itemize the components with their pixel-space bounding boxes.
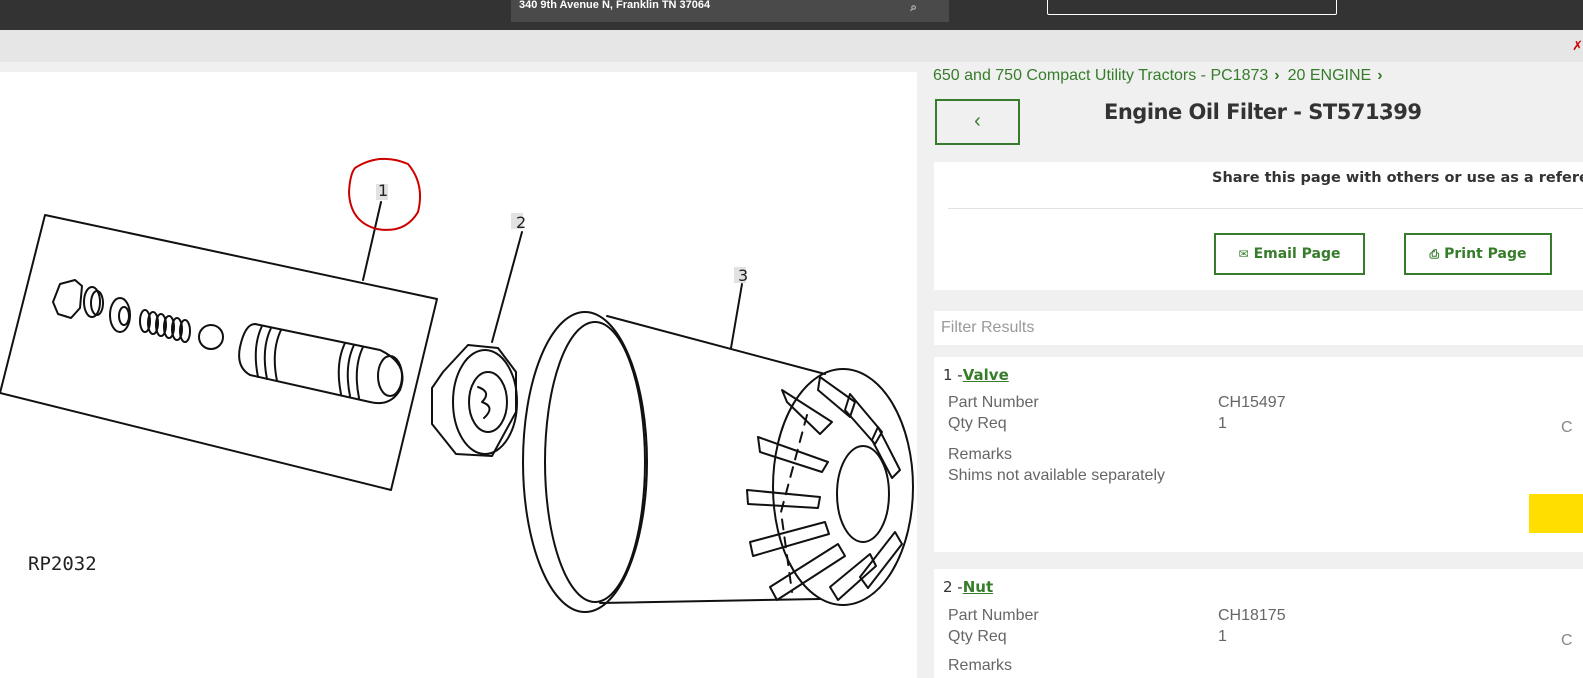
qty-label: Qty Req [948,628,1007,645]
chevron-down-icon[interactable]: ⌄ [1376,104,1391,125]
part-card-2: 2 -Nut Part Number CH18175 Qty Req 1 C R… [934,569,1583,678]
share-panel: Share this page with others or use as a … [934,162,1583,290]
top-bar: 340 9th Avenue N, Franklin TN 37064 ⌕ [0,0,1583,30]
email-page-label: Email Page [1253,246,1341,262]
remarks-label: Remarks [948,657,1013,674]
filter-results-input[interactable] [934,311,1583,345]
chevron-left-icon: ‹ [974,110,981,132]
close-icon[interactable]: ✗ [1572,38,1583,54]
part-card-1: 1 -Valve Part Number CH15497 Qty Req 1 C… [934,357,1583,552]
remarks-label: Remarks [948,446,1013,463]
part-number-label: Part Number [948,607,1039,624]
part-number-value: CH18175 [1218,607,1286,624]
back-button[interactable]: ‹ [935,99,1020,145]
filter-box [934,311,1583,345]
truncated-text: C [1561,419,1573,436]
truncated-text: C [1561,632,1573,649]
breadcrumb-item-section[interactable]: 20 ENGINE [1288,67,1372,85]
share-text: Share this page with others or use as a … [1212,170,1583,186]
store-location-text: 340 9th Avenue N, Franklin TN 37064 [519,0,711,11]
chevron-right-icon: › [1377,67,1383,84]
parts-diagram: 1 2 3 RP2032 [0,72,917,678]
add-to-cart-button[interactable] [1529,494,1583,533]
qty-value: 1 [1218,628,1227,645]
print-page-button[interactable]: ⎙ Print Page [1404,233,1552,275]
printer-icon: ⎙ [1429,247,1440,261]
valve-kit-outline [0,214,438,491]
qty-value: 1 [1218,415,1227,432]
part-heading: 1 -Valve [943,366,1009,384]
qty-label: Qty Req [948,415,1007,432]
print-page-label: Print Page [1444,246,1527,262]
breadcrumb: 650 and 750 Compact Utility Tractors - P… [933,67,1391,85]
page-title: Engine Oil Filter - ST571399 [1104,100,1422,124]
search-icon[interactable]: ⌕ [910,0,917,15]
part-name-link[interactable]: Valve [963,366,1009,384]
header-search-box[interactable] [1047,0,1337,15]
part-name-link[interactable]: Nut [963,578,993,596]
callout-3[interactable]: 3 [738,266,748,285]
part-index: 2 - [943,578,963,596]
chevron-right-icon: › [1274,67,1280,84]
drawing-id: RP2032 [28,553,97,575]
store-location-box[interactable]: 340 9th Avenue N, Franklin TN 37064 ⌕ [511,0,949,22]
remarks-value: Shims not available separately [948,467,1166,484]
part-number-value: CH15497 [1218,394,1286,411]
sub-navigation-bar: ✗ [0,30,1583,62]
part-number-label: Part Number [948,394,1039,411]
breadcrumb-item-catalog[interactable]: 650 and 750 Compact Utility Tractors - P… [933,67,1268,85]
envelope-icon: ✉ [1238,247,1249,261]
callout-1[interactable]: 1 [378,181,388,200]
email-page-button[interactable]: ✉ Email Page [1214,233,1365,275]
exploded-view-drawing [0,157,914,613]
part-heading: 2 -Nut [943,578,993,596]
divider [948,208,1583,209]
part-index: 1 - [943,366,963,384]
callout-2[interactable]: 2 [516,213,526,232]
